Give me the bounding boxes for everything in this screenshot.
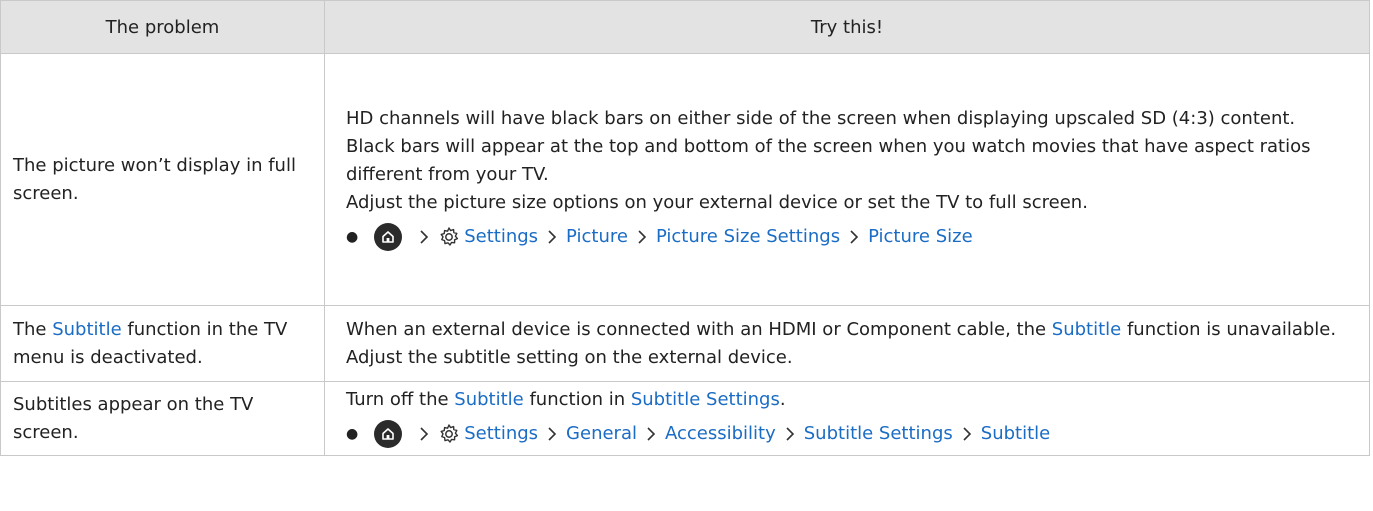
header-try-this: Try this! (324, 0, 1370, 54)
path-item-settings[interactable]: Settings (464, 223, 538, 251)
path-item-general[interactable]: General (566, 420, 637, 448)
bullet-icon: ● (346, 425, 359, 442)
path-item-picture[interactable]: Picture (566, 223, 628, 251)
problem-cell: The picture won’t display in full screen… (0, 53, 325, 306)
problem-text: Subtitles appear on the TV screen. (13, 393, 254, 443)
problem-cell: Subtitles appear on the TV screen. (0, 381, 325, 456)
path-item-accessibility[interactable]: Accessibility (665, 420, 776, 448)
chevron-right-icon (419, 229, 429, 245)
table-row: Subtitles appear on the TV screen. Turn … (0, 381, 1370, 456)
subtitle-link: Subtitle (1051, 318, 1122, 340)
subtitle-settings-link: Subtitle Settings (630, 388, 780, 410)
troubleshooting-table: The problem Try this! The picture won’t … (0, 0, 1370, 456)
home-icon (374, 419, 403, 448)
solution-paragraph: Adjust the picture size options on your … (346, 191, 1088, 213)
path-item-picture-size-settings[interactable]: Picture Size Settings (656, 223, 840, 251)
header-row: The problem Try this! (0, 0, 1370, 54)
path-item-subtitle[interactable]: Subtitle (981, 420, 1050, 448)
chevron-right-icon (962, 426, 972, 442)
subtitle-link: Subtitle (52, 318, 122, 340)
chevron-right-icon (849, 229, 859, 245)
solution-paragraph: HD channels will have black bars on eith… (346, 107, 1296, 129)
solution-paragraph: Turn off the Subtitle function in Subtit… (346, 386, 1349, 414)
chevron-right-icon (547, 229, 557, 245)
menu-path: ● Settings General Accessibility Subtitl… (346, 416, 1349, 452)
solution-cell: HD channels will have black bars on eith… (324, 53, 1370, 306)
subtitle-link: Subtitle (454, 388, 524, 410)
solution-paragraph: Black bars will appear at the top and bo… (346, 135, 1311, 185)
solution-text: When an external device is connected wit… (346, 318, 1052, 340)
solution-text: function in (523, 388, 631, 410)
path-item-subtitle-settings[interactable]: Subtitle Settings (804, 420, 953, 448)
bullet-icon: ● (346, 228, 359, 245)
solution-cell: When an external device is connected wit… (324, 305, 1370, 382)
menu-path: ● Settings Picture Picture Size Settings… (346, 219, 1349, 255)
solution-text: Turn off the (346, 388, 455, 410)
chevron-right-icon (785, 426, 795, 442)
settings-gear-icon (438, 423, 460, 445)
solution-cell: Turn off the Subtitle function in Subtit… (324, 381, 1370, 456)
chevron-right-icon (547, 426, 557, 442)
table-row: The Subtitle function in the TV menu is … (0, 305, 1370, 382)
header-problem: The problem (0, 0, 325, 54)
settings-gear-icon (438, 226, 460, 248)
home-icon (374, 222, 403, 251)
path-item-picture-size[interactable]: Picture Size (868, 223, 973, 251)
problem-text: The (13, 318, 53, 340)
chevron-right-icon (646, 426, 656, 442)
solution-text: . (779, 388, 786, 410)
chevron-right-icon (637, 229, 647, 245)
table-row: The picture won’t display in full screen… (0, 53, 1370, 306)
chevron-right-icon (419, 426, 429, 442)
problem-text: The picture won’t display in full screen… (13, 154, 296, 204)
problem-cell: The Subtitle function in the TV menu is … (0, 305, 325, 382)
path-item-settings[interactable]: Settings (464, 420, 538, 448)
